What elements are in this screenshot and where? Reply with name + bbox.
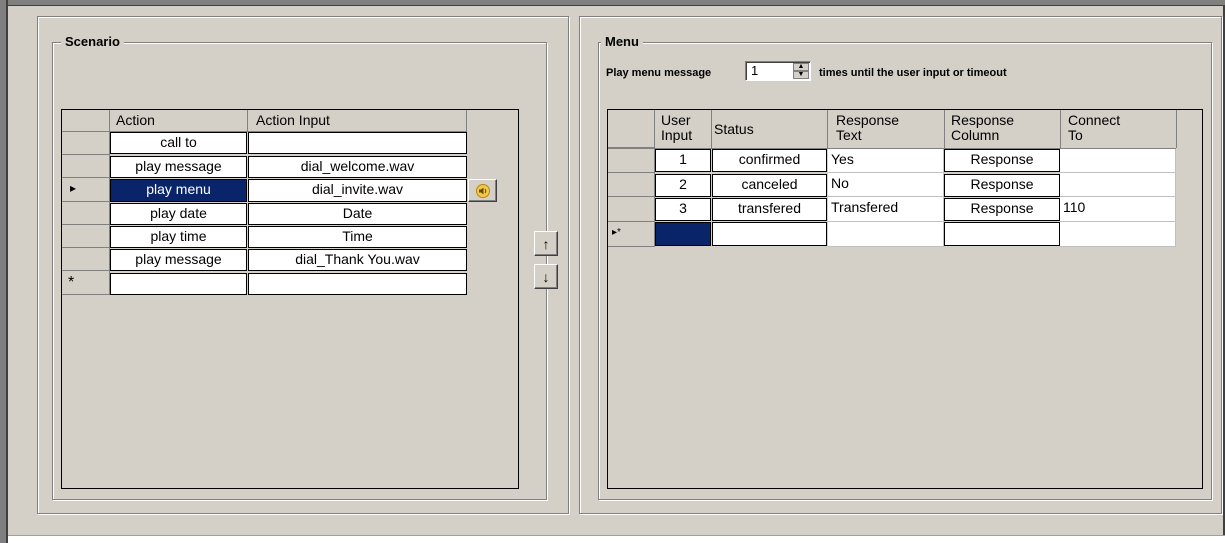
- response-column-cell[interactable]: Response: [944, 149, 1060, 172]
- status-cell[interactable]: confirmed: [712, 149, 827, 172]
- connect-to-cell[interactable]: [1060, 149, 1176, 173]
- arrow-down-icon: ↓: [542, 268, 550, 285]
- column-header-response-column[interactable]: Response Column: [951, 113, 1014, 143]
- arrow-up-icon: ↑: [542, 235, 550, 252]
- new-row-marker: *: [68, 274, 75, 291]
- row-header[interactable]: [62, 132, 110, 155]
- response-text-cell[interactable]: No: [828, 173, 944, 197]
- row-header[interactable]: [608, 173, 655, 197]
- status-cell[interactable]: transfered: [712, 198, 827, 221]
- action-input-cell[interactable]: dial_welcome.wav: [248, 156, 467, 178]
- move-down-button[interactable]: ↓: [534, 264, 558, 289]
- header-line: Input: [661, 127, 693, 143]
- row-header[interactable]: [62, 202, 110, 225]
- column-header-action[interactable]: Action: [116, 113, 155, 128]
- response-text-cell[interactable]: Yes: [828, 149, 944, 173]
- action-cell[interactable]: play message: [110, 156, 247, 178]
- response-column-cell[interactable]: Response: [944, 174, 1060, 197]
- response-text-cell[interactable]: Transfered: [828, 197, 944, 222]
- status-cell[interactable]: canceled: [712, 174, 827, 197]
- header-divider: [944, 110, 945, 148]
- header-divider: [711, 110, 712, 148]
- response-column-cell[interactable]: Response: [944, 198, 1060, 221]
- scenario-grid: Action Action Input call to play message…: [61, 109, 519, 489]
- action-input-cell[interactable]: Time: [248, 226, 467, 248]
- column-header-user-input[interactable]: User Input: [661, 113, 692, 143]
- current-row-marker: ▸: [70, 181, 77, 195]
- header-divider: [466, 110, 467, 132]
- window-frame-top: [0, 0, 1225, 6]
- window-frame-left: [0, 0, 8, 543]
- row-header[interactable]: [62, 225, 110, 248]
- spin-down-button[interactable]: ▼: [793, 71, 809, 79]
- user-input-cell[interactable]: 2: [655, 174, 711, 197]
- menu-grid-corner: [608, 110, 655, 148]
- action-cell-selected[interactable]: play menu: [110, 179, 247, 202]
- header-line: User: [661, 112, 691, 128]
- action-cell[interactable]: call to: [110, 132, 247, 154]
- row-header[interactable]: [608, 149, 655, 173]
- row-header[interactable]: [62, 155, 110, 178]
- play-menu-message-label: Play menu message: [606, 67, 712, 79]
- header-divider: [1060, 110, 1061, 148]
- user-input-cell[interactable]: 1: [655, 149, 711, 172]
- column-header-status[interactable]: Status: [714, 122, 754, 137]
- new-connect-to-cell[interactable]: [1060, 222, 1176, 247]
- repeat-suffix-label: times until the user input or timeout: [819, 67, 1007, 79]
- menu-title: Menu: [601, 34, 643, 49]
- header-divider: [1176, 110, 1177, 148]
- scenario-grid-corner: [62, 110, 110, 132]
- connect-to-cell[interactable]: [1060, 173, 1176, 197]
- new-row-marker: ▸*: [612, 227, 621, 238]
- new-response-column-cell[interactable]: [944, 222, 1060, 246]
- action-cell[interactable]: play time: [110, 226, 247, 248]
- action-input-cell[interactable]: dial_Thank You.wav: [248, 249, 467, 271]
- action-cell[interactable]: play message: [110, 249, 247, 271]
- header-line: Text: [836, 127, 862, 143]
- new-action-input-cell[interactable]: [248, 273, 467, 295]
- header-line: Column: [951, 127, 1000, 143]
- new-response-text-cell[interactable]: [828, 222, 944, 247]
- new-user-input-cell-selected[interactable]: [655, 222, 711, 246]
- new-action-cell[interactable]: [110, 273, 247, 295]
- speaker-icon: [475, 183, 490, 198]
- window-frame-bottom: [8, 535, 1225, 543]
- spin-up-button[interactable]: ▲: [793, 63, 809, 71]
- user-input-cell[interactable]: 3: [655, 198, 711, 221]
- connect-to-cell[interactable]: 110: [1060, 197, 1176, 222]
- action-input-cell[interactable]: Date: [248, 203, 467, 225]
- action-cell[interactable]: play date: [110, 203, 247, 225]
- move-up-button[interactable]: ↑: [534, 231, 558, 256]
- header-line: Connect: [1068, 112, 1121, 128]
- play-sound-button[interactable]: [468, 179, 497, 202]
- column-header-response-text[interactable]: Response Text: [836, 113, 899, 143]
- row-header[interactable]: [608, 197, 655, 222]
- header-line: To: [1068, 127, 1083, 143]
- action-input-cell[interactable]: [248, 132, 467, 154]
- scenario-title: Scenario: [61, 34, 124, 49]
- row-header[interactable]: [62, 248, 110, 271]
- column-header-action-input[interactable]: Action Input: [256, 113, 330, 128]
- header-divider: [827, 110, 828, 148]
- repeat-count-value[interactable]: 1: [751, 62, 758, 80]
- header-line: Response: [951, 112, 1015, 128]
- menu-grid: User Input Status Response Text Response…: [607, 109, 1203, 489]
- new-status-cell[interactable]: [712, 222, 827, 246]
- repeat-count-spinner[interactable]: 1 ▲ ▼: [745, 61, 811, 81]
- header-divider: [247, 110, 248, 132]
- action-input-cell[interactable]: dial_invite.wav: [248, 179, 467, 202]
- header-line: Response: [836, 112, 900, 128]
- column-header-connect-to[interactable]: Connect To: [1068, 113, 1120, 143]
